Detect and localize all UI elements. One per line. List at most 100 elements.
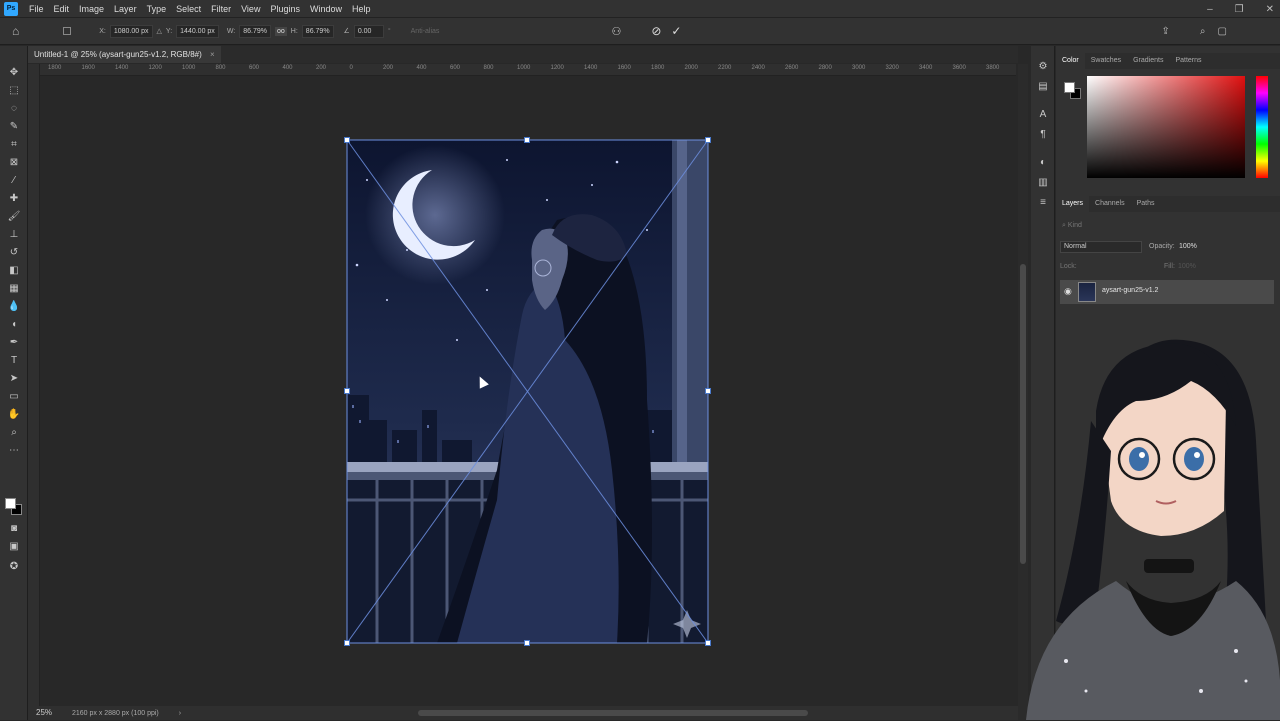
menu-filter[interactable]: Filter	[206, 0, 236, 18]
menu-edit[interactable]: Edit	[49, 0, 75, 18]
close-tab-icon[interactable]: ×	[210, 50, 215, 59]
transform-handle-top-right[interactable]	[705, 137, 711, 143]
relative-position-icon[interactable]: △	[157, 27, 162, 35]
workspace-icon[interactable]: ▢	[1217, 26, 1226, 37]
brush-tool-icon[interactable]: 🖌	[7, 210, 21, 224]
x-field[interactable]: 1080.00 px	[109, 24, 153, 38]
move-tool-icon[interactable]: ✥	[7, 66, 21, 80]
menu-type[interactable]: Type	[142, 0, 172, 18]
marquee-tool-icon[interactable]: ⬚	[7, 84, 21, 98]
ruler-tick-label: 1200	[550, 65, 564, 71]
commit-transform-icon[interactable]: ✓	[671, 24, 681, 38]
status-menu-arrow[interactable]: ›	[179, 710, 181, 717]
hand-tool-icon[interactable]: ✋	[7, 408, 21, 422]
document-tab[interactable]: Untitled-1 @ 25% (aysart-gun25-v1.2, RGB…	[28, 46, 221, 63]
angle-field[interactable]: 0.00	[353, 24, 384, 38]
minimize-button[interactable]: –	[1207, 4, 1213, 15]
transform-handle-top[interactable]	[524, 137, 530, 143]
crop-tool-icon[interactable]: ⌗	[7, 138, 21, 152]
transform-handle-bottom-left[interactable]	[344, 640, 350, 646]
foreground-color-swatch[interactable]	[5, 498, 16, 509]
layer-filter-field[interactable]: ⌕ Kind	[1062, 222, 1122, 234]
healing-tool-icon[interactable]: ✚	[7, 192, 21, 206]
photoshop-logo-icon[interactable]: Ps	[4, 1, 18, 16]
warp-icon[interactable]: ⚇	[611, 25, 621, 38]
ruler-tick-label: 1000	[182, 65, 196, 71]
transform-handle-left[interactable]	[344, 388, 350, 394]
menu-select[interactable]: Select	[171, 0, 206, 18]
transform-handle-top-left[interactable]	[344, 137, 350, 143]
zoom-tool-icon[interactable]: ⌕	[7, 426, 21, 440]
libraries-icon[interactable]: ▥	[1036, 176, 1050, 190]
foreground-color-chip[interactable]	[1064, 82, 1075, 93]
tab-gradients[interactable]: Gradients	[1127, 53, 1169, 69]
gradient-tool-icon[interactable]: ▦	[7, 282, 21, 296]
opacity-field[interactable]: 100%	[1179, 243, 1197, 250]
quick-mask-icon[interactable]: ◙	[7, 522, 21, 536]
paragraph-icon[interactable]: ¶	[1036, 128, 1050, 142]
lasso-tool-icon[interactable]: ◌	[7, 102, 21, 116]
blur-tool-icon[interactable]: 💧	[7, 300, 21, 314]
menu-window[interactable]: Window	[305, 0, 347, 18]
tab-swatches[interactable]: Swatches	[1085, 53, 1127, 69]
tab-paths[interactable]: Paths	[1131, 196, 1161, 212]
eyedropper-tool-icon[interactable]: ⁄	[7, 174, 21, 188]
layer-row[interactable]: ◉ aysart-gun25-v1.2	[1060, 280, 1274, 304]
generative-icon[interactable]: ✪	[7, 560, 21, 574]
learn-icon[interactable]: ⚙	[1036, 60, 1050, 74]
tab-channels[interactable]: Channels	[1089, 196, 1131, 212]
eraser-tool-icon[interactable]: ◧	[7, 264, 21, 278]
transform-handle-bottom[interactable]	[524, 640, 530, 646]
search-icon[interactable]: ⌕	[1200, 26, 1206, 37]
channels-settings-icon[interactable]: ≡	[1036, 196, 1050, 210]
transform-bounding-box[interactable]	[340, 133, 715, 650]
menu-file[interactable]: File	[24, 0, 49, 18]
frame-tool-icon[interactable]: ⊠	[7, 156, 21, 170]
zoom-level[interactable]: 25%	[36, 708, 52, 717]
close-button[interactable]: ✕	[1266, 4, 1274, 15]
menu-layer[interactable]: Layer	[109, 0, 142, 18]
screen-mode-icon[interactable]: ▣	[7, 540, 21, 554]
type-tool-icon[interactable]: T	[7, 354, 21, 368]
blend-mode-select[interactable]: Normal	[1060, 241, 1142, 253]
stamp-tool-icon[interactable]: ⊥	[7, 228, 21, 242]
transform-handle-right[interactable]	[705, 388, 711, 394]
transform-handle-bottom-right[interactable]	[705, 640, 711, 646]
menu-image[interactable]: Image	[74, 0, 109, 18]
y-field[interactable]: 1440.00 px	[176, 24, 219, 38]
menu-view[interactable]: View	[236, 0, 265, 18]
width-field[interactable]: 86.79%	[239, 24, 271, 38]
history-brush-tool-icon[interactable]: ↺	[7, 246, 21, 260]
angle-icon: ∠	[343, 28, 350, 35]
menu-plugins[interactable]: Plugins	[265, 0, 305, 18]
ruler-tick-label: 1200	[148, 65, 162, 71]
quick-select-tool-icon[interactable]: ✎	[7, 120, 21, 134]
reference-point-icon[interactable]	[63, 27, 72, 35]
character-icon[interactable]: A	[1036, 108, 1050, 122]
degree-label: °	[387, 27, 391, 35]
properties-icon[interactable]: ▤	[1036, 80, 1050, 94]
link-icon[interactable]: oo	[275, 26, 287, 36]
restore-button[interactable]: ❐	[1235, 4, 1244, 15]
dodge-tool-icon[interactable]: ◖	[7, 318, 21, 332]
layer-name[interactable]: aysart-gun25-v1.2	[1102, 287, 1158, 294]
path-select-tool-icon[interactable]: ➤	[7, 372, 21, 386]
rectangle-tool-icon[interactable]: ▭	[7, 390, 21, 404]
color-picker-field[interactable]	[1087, 76, 1245, 178]
pen-tool-icon[interactable]: ✒	[7, 336, 21, 350]
tab-layers[interactable]: Layers	[1056, 196, 1090, 212]
more-tools-icon[interactable]: ⋯	[7, 444, 21, 458]
hue-slider[interactable]	[1256, 76, 1268, 178]
horizontal-scroll-thumb[interactable]	[418, 710, 808, 716]
home-icon[interactable]: ⌂	[12, 24, 19, 38]
height-field[interactable]: 86.79%	[301, 24, 334, 38]
adjustments-icon[interactable]: ◐	[1036, 156, 1050, 170]
tab-color[interactable]: Color	[1056, 53, 1085, 69]
share-icon[interactable]: ⇪	[1161, 26, 1169, 37]
antialias-label: Anti-alias	[410, 27, 440, 35]
tab-patterns[interactable]: Patterns	[1169, 53, 1207, 69]
fill-field[interactable]: 100%	[1178, 263, 1196, 270]
visibility-eye-icon[interactable]: ◉	[1064, 286, 1072, 297]
cancel-transform-icon[interactable]: ⊘	[651, 24, 661, 38]
menu-help[interactable]: Help	[347, 0, 376, 18]
